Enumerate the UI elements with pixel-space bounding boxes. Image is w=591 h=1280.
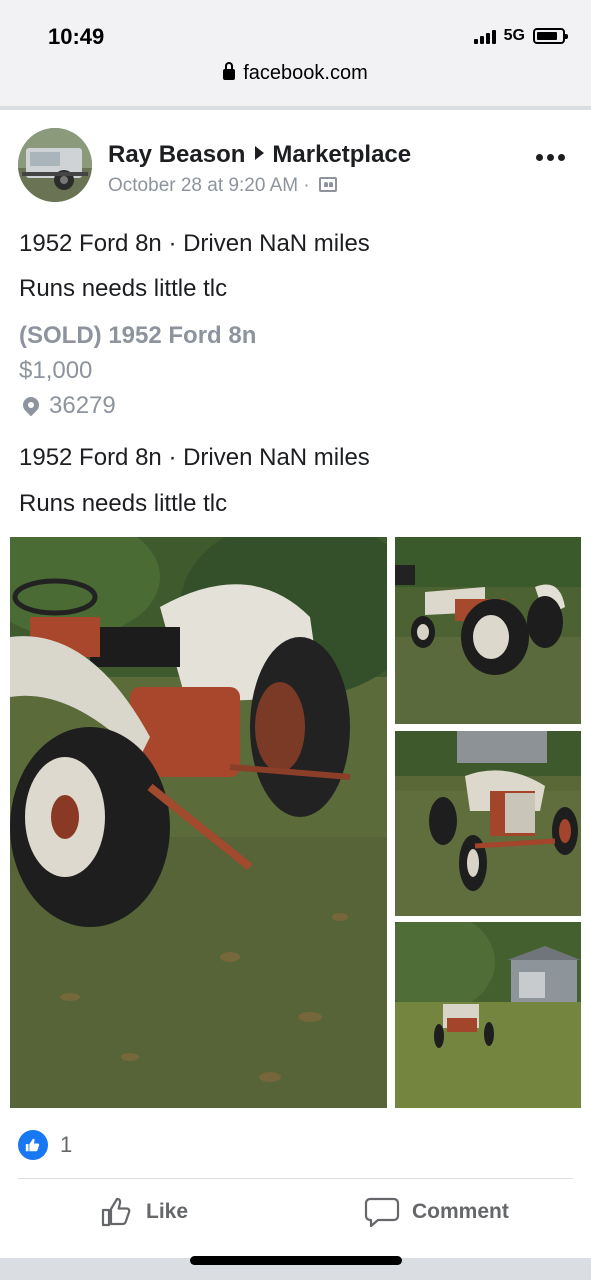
signal-strength-icon <box>473 28 496 44</box>
network-type: 5G <box>503 27 525 44</box>
home-indicator[interactable] <box>190 1256 402 1265</box>
location-pin-icon <box>19 393 43 417</box>
avatar[interactable] <box>18 128 92 202</box>
post-text-line: 1952 Ford 8n · Driven NaN miles <box>19 444 370 471</box>
battery-icon <box>533 28 568 44</box>
divider <box>0 106 591 110</box>
url-text: facebook.com <box>243 62 368 84</box>
comment-label: Comment <box>412 1200 509 1223</box>
marketplace-link[interactable]: Marketplace <box>272 141 411 168</box>
post-text-line: Runs needs little tlc <box>19 275 228 302</box>
friends-audience-icon <box>319 177 337 192</box>
post-text-line: 1952 Ford 8n · Driven NaN miles <box>19 230 370 257</box>
listing-title[interactable]: (SOLD) 1952 Ford 8n <box>19 322 256 350</box>
photo-tractor-front-view[interactable] <box>395 731 581 916</box>
caret-right-icon <box>255 146 265 160</box>
like-button[interactable]: Like <box>100 1190 188 1234</box>
comment-button[interactable]: Comment <box>364 1190 509 1234</box>
status-time: 10:49 <box>48 24 105 49</box>
reaction-summary[interactable]: 1 <box>18 1130 72 1160</box>
status-indicators: 5G <box>473 27 568 45</box>
avatar-image <box>18 128 92 202</box>
thumbs-up-outline-icon <box>101 1197 131 1227</box>
listing-location: 36279 <box>19 392 116 420</box>
like-label: Like <box>146 1200 189 1223</box>
dot-icon <box>536 154 543 161</box>
photo-tractor-rear-closeup[interactable] <box>10 537 387 1108</box>
photo-tractor-side-view[interactable] <box>395 537 581 724</box>
post-timestamp[interactable]: October 28 at 9:20 AM · <box>108 175 310 196</box>
thumbs-up-icon <box>18 1130 48 1160</box>
photo-tractor-in-field-with-barn[interactable] <box>395 922 581 1108</box>
more-options-button[interactable] <box>536 154 565 161</box>
lock-icon <box>223 62 236 80</box>
dot-icon <box>558 154 565 161</box>
url-bar[interactable]: facebook.com <box>0 62 591 85</box>
reaction-count: 1 <box>60 1132 73 1157</box>
listing-price: $1,000 <box>19 357 93 384</box>
location-text: 36279 <box>49 392 116 419</box>
author-name[interactable]: Ray Beason <box>108 141 245 168</box>
comment-bubble-icon <box>364 1197 400 1228</box>
post-author-line: Ray Beason Marketplace <box>108 141 411 169</box>
divider <box>18 1178 573 1179</box>
post-meta: October 28 at 9:20 AM · <box>108 175 337 197</box>
status-and-url-bar: 10:49 5G facebook.com <box>0 0 591 106</box>
dot-icon <box>547 154 554 161</box>
post-text-line: Runs needs little tlc <box>19 490 228 517</box>
